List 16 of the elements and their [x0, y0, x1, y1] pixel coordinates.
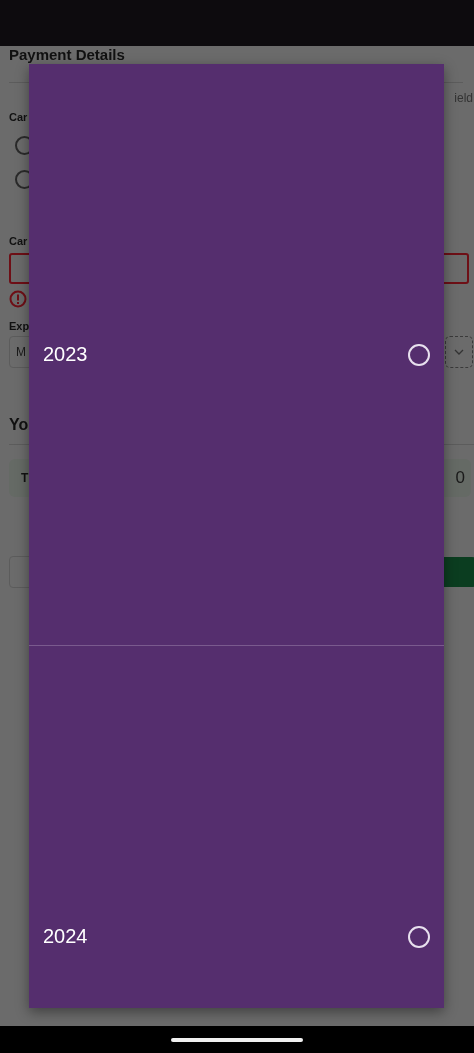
field-label: Exp [9, 320, 30, 332]
radio-button[interactable] [408, 343, 430, 366]
year-option[interactable]: 2023 [29, 64, 444, 646]
chevron-down-icon [454, 349, 464, 355]
total-value: 0 [455, 468, 465, 488]
year-option[interactable]: 2024 [29, 646, 444, 1008]
field-label: Car [9, 235, 28, 247]
field-hint: ield [454, 91, 473, 105]
home-indicator[interactable] [171, 1037, 303, 1042]
error-icon [9, 290, 27, 308]
year-select[interactable] [445, 336, 473, 368]
section-title: Yo [9, 416, 29, 434]
section-title: Payment Details [9, 46, 126, 63]
total-label: T [21, 471, 29, 485]
field-label: Car [9, 111, 28, 123]
radio-button[interactable] [408, 925, 430, 948]
